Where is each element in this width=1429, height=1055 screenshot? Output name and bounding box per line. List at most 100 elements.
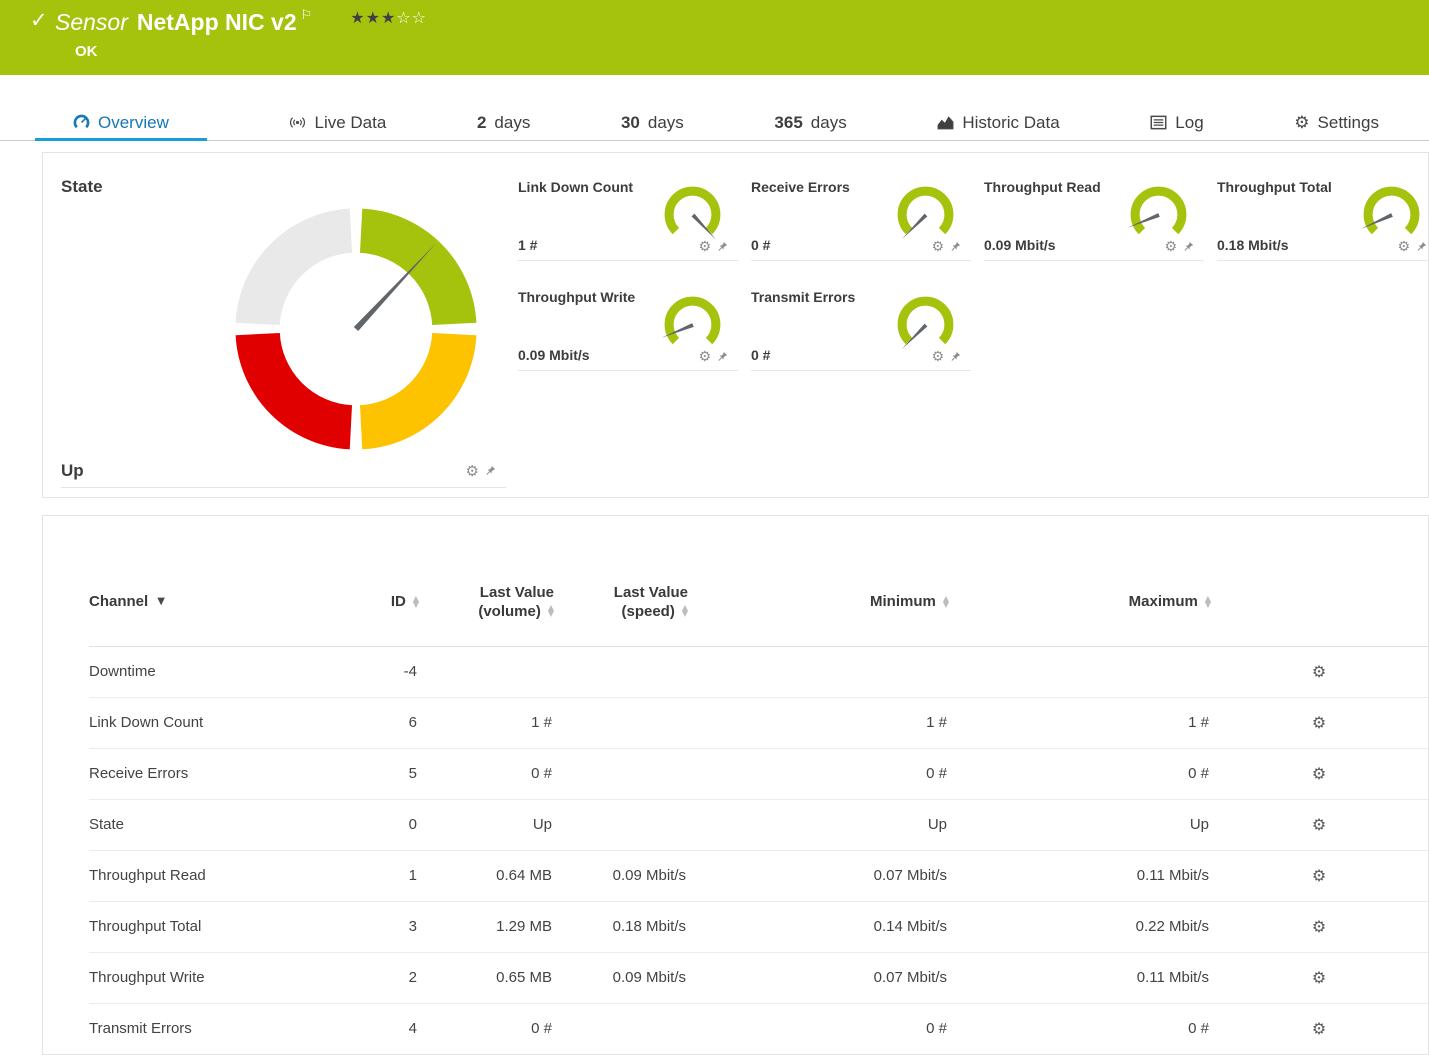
table-row-transmit-errors[interactable]: Transmit Errors 4 0 # 0 # 0 # ⚙ (89, 1003, 1429, 1054)
pin-icon[interactable] (951, 241, 961, 253)
tab-label: Overview (98, 113, 169, 133)
gear-icon[interactable]: ⚙ (698, 349, 711, 365)
last-value-volume: 1.29 MB (419, 901, 554, 952)
table-row-throughput-total[interactable]: Throughput Total 3 1.29 MB 0.18 Mbit/s 0… (89, 901, 1429, 952)
gear-icon[interactable]: ⚙ (1312, 917, 1326, 936)
column-header-last-value-volume[interactable]: Last Value (volume) ▲▼ (419, 558, 554, 646)
gauges-panel: State Up ⚙ Link Down Count 1 (42, 152, 1429, 498)
chart-icon (937, 114, 954, 131)
channel-table-panel: Channel ▼ ID ▲▼ Last Value (volume) ▲▼ (42, 515, 1429, 1055)
tab-365-days[interactable]: 365 days (766, 105, 854, 140)
last-value-volume (419, 646, 554, 697)
pin-icon[interactable] (486, 465, 496, 477)
mini-gauge (894, 293, 957, 356)
sensor-status: OK (75, 43, 98, 60)
star-filled-icons[interactable]: ★★★ (350, 10, 396, 27)
channel-name: Downtime (89, 646, 304, 697)
maximum-value: Up (949, 799, 1211, 850)
tab-live-data[interactable]: Live Data (281, 105, 394, 140)
column-header-minimum[interactable]: Minimum ▲▼ (688, 558, 949, 646)
state-title: State (61, 177, 103, 197)
tab-number: 30 (621, 113, 640, 133)
state-value: Up (61, 461, 84, 481)
gear-icon[interactable]: ⚙ (931, 239, 944, 255)
column-header-channel[interactable]: Channel ▼ (89, 558, 304, 646)
mini-gauge (1127, 183, 1190, 246)
pin-icon[interactable] (718, 241, 728, 253)
maximum-value: 1 # (949, 697, 1211, 748)
pin-icon[interactable] (1417, 241, 1427, 253)
gear-icon[interactable]: ⚙ (1164, 239, 1177, 255)
gear-icon[interactable]: ⚙ (1397, 239, 1410, 255)
column-sublabel: (volume) (478, 603, 541, 620)
gear-icon[interactable]: ⚙ (1312, 764, 1326, 783)
channel-name: Transmit Errors (89, 1003, 304, 1054)
check-icon: ✓ (30, 8, 48, 33)
gear-icon[interactable]: ⚙ (931, 349, 944, 365)
last-value-speed (554, 799, 688, 850)
log-list-icon (1150, 114, 1167, 131)
last-value-speed (554, 748, 688, 799)
tab-label: days (648, 113, 684, 133)
minimum-value: 0 # (688, 1003, 949, 1054)
gear-icon[interactable]: ⚙ (1312, 866, 1326, 885)
gear-icon[interactable]: ⚙ (1312, 713, 1326, 732)
channel-name: Throughput Write (89, 952, 304, 1003)
flag-icon[interactable]: ⚐ (301, 7, 313, 23)
tab-historic-data[interactable]: Historic Data (929, 105, 1067, 140)
gear-icon: ⚙ (1294, 113, 1309, 133)
gear-icon[interactable]: ⚙ (466, 462, 479, 480)
star-empty-icons[interactable]: ☆☆ (396, 10, 427, 27)
table-row-receive-errors[interactable]: Receive Errors 5 0 # 0 # 0 # ⚙ (89, 748, 1429, 799)
gear-icon[interactable]: ⚙ (1312, 815, 1326, 834)
minimum-value: 1 # (688, 697, 949, 748)
channel-id: 0 (304, 799, 419, 850)
maximum-value: 0.11 Mbit/s (949, 850, 1211, 901)
table-row-throughput-write[interactable]: Throughput Write 2 0.65 MB 0.09 Mbit/s 0… (89, 952, 1429, 1003)
gear-icon[interactable]: ⚙ (1312, 1019, 1326, 1038)
pin-icon[interactable] (951, 351, 961, 363)
priority-stars[interactable]: ★★★☆☆ (350, 8, 427, 28)
last-value-volume: 0 # (419, 1003, 554, 1054)
tab-30-days[interactable]: 30 days (613, 105, 692, 140)
column-label: Last Value (614, 584, 688, 601)
column-header-id[interactable]: ID ▲▼ (304, 558, 419, 646)
mini-gauge-card-throughput-write: Throughput Write 0.09 Mbit/s ⚙ (518, 277, 738, 371)
gear-icon[interactable]: ⚙ (1312, 968, 1326, 987)
channel-id: 2 (304, 952, 419, 1003)
tab-label: Historic Data (962, 113, 1059, 133)
column-header-maximum[interactable]: Maximum ▲▼ (949, 558, 1211, 646)
pin-icon[interactable] (718, 351, 728, 363)
pin-icon[interactable] (1184, 241, 1194, 253)
column-label: ID (391, 593, 406, 610)
channel-id: 5 (304, 748, 419, 799)
mini-gauge-label: Throughput Write (518, 289, 635, 305)
table-row-link-down-count[interactable]: Link Down Count 6 1 # 1 # 1 # ⚙ (89, 697, 1429, 748)
last-value-volume: 1 # (419, 697, 554, 748)
column-header-last-value-speed[interactable]: Last Value (speed) ▲▼ (554, 558, 688, 646)
sensor-header: ✓ Sensor NetApp NIC v2 ⚐ ★★★☆☆ OK (0, 0, 1429, 75)
tab-bar: Overview Live Data 2 days 30 days 365 da… (0, 105, 1429, 141)
tab-2-days[interactable]: 2 days (469, 105, 538, 140)
channel-id: -4 (304, 646, 419, 697)
minimum-value: 0 # (688, 748, 949, 799)
last-value-speed (554, 697, 688, 748)
mini-gauge-label: Throughput Total (1217, 179, 1332, 195)
gauge-icon (73, 114, 90, 131)
mini-gauge (1360, 183, 1423, 246)
table-row-downtime[interactable]: Downtime -4 ⚙ (89, 646, 1429, 697)
channel-id: 6 (304, 697, 419, 748)
maximum-value: 0.11 Mbit/s (949, 952, 1211, 1003)
tab-overview[interactable]: Overview (35, 105, 207, 140)
gear-icon[interactable]: ⚙ (698, 239, 711, 255)
table-row-state[interactable]: State 0 Up Up Up ⚙ (89, 799, 1429, 850)
state-gauge (233, 206, 479, 452)
gauge-segment-red (258, 334, 351, 427)
gear-icon[interactable]: ⚙ (1312, 662, 1326, 681)
tab-log[interactable]: Log (1142, 105, 1211, 140)
tab-number: 2 (477, 113, 486, 133)
minimum-value: Up (688, 799, 949, 850)
table-row-throughput-read[interactable]: Throughput Read 1 0.64 MB 0.09 Mbit/s 0.… (89, 850, 1429, 901)
tab-settings[interactable]: ⚙ Settings (1286, 105, 1387, 140)
channel-id: 3 (304, 901, 419, 952)
